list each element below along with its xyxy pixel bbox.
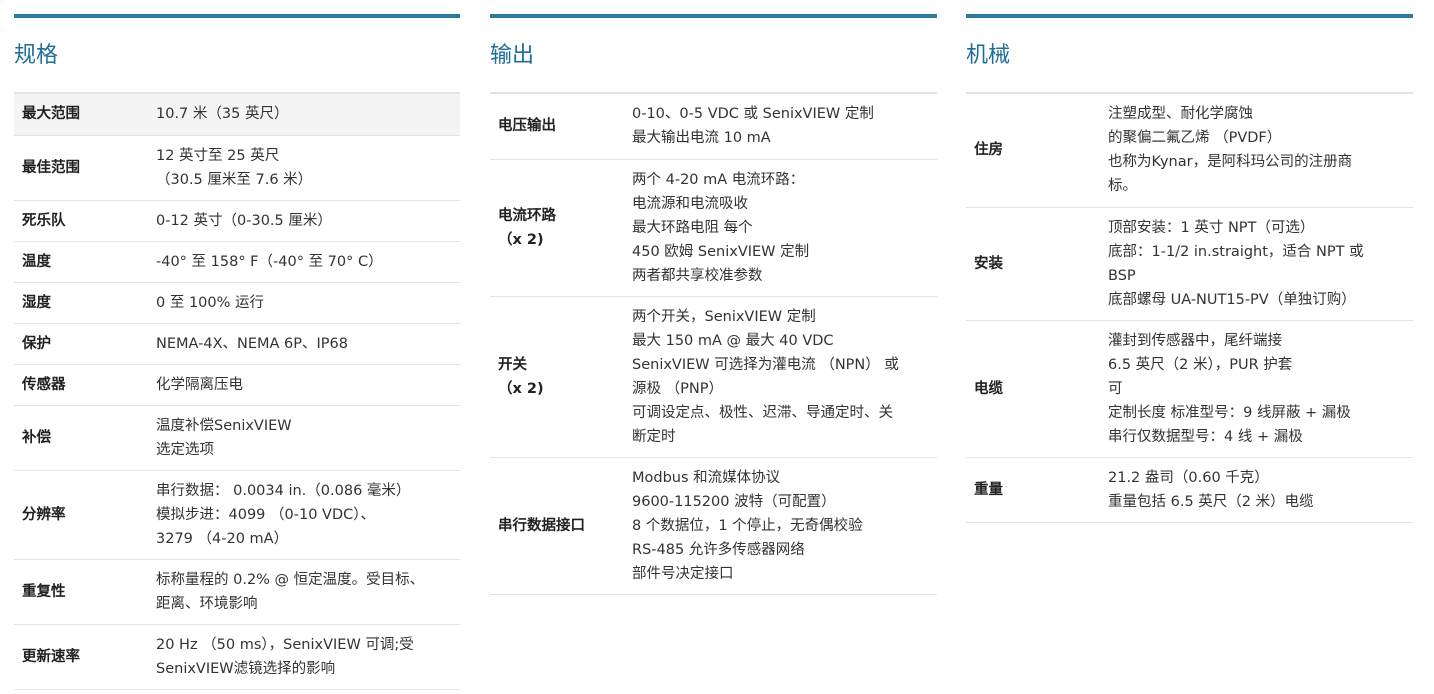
spec-key: 电缆 [966,320,1108,458]
spec-key: 分辨率 [14,470,156,560]
spec-key: 更新速率 [14,624,156,690]
spec-value: 串行数据： 0.0034 in.（0.086 毫米） 模拟步进：4099 （0-… [156,470,460,560]
spec-column: 规格 最大范围 10.7 米（35 英尺） 最佳范围 12 英寸至 25 英尺 （3… [14,14,460,690]
spec-value: 12 英寸至 25 英尺 （30.5 厘米至 7.6 米） [156,135,460,201]
table-row: 最佳范围 12 英寸至 25 英尺 （30.5 厘米至 7.6 米） [14,135,460,201]
spec-key: 安装 [966,207,1108,321]
spec-value: 两个开关，SenixVIEW 定制 最大 150 mA @ 最大 40 VDC … [632,296,937,458]
spec-value: 两个 4-20 mA 电流环路： 电流源和电流吸收 最大环路电阻 每个 450 … [632,159,937,297]
table-row: 电压输出 0-10、0-5 VDC 或 SenixVIEW 定制 最大输出电流 1… [490,94,937,160]
spec-value: -40° 至 158° F（-40° 至 70° C） [156,241,460,283]
spec-value: 化学隔离压电 [156,364,460,406]
table-row: 死乐队 0-12 英寸（0-30.5 厘米） [14,200,460,242]
mechanical-column: 机械 住房 注塑成型、耐化学腐蚀 的聚偏二氟乙烯 （PVDF） 也称为Kynar，… [966,14,1413,523]
table-row: 更新速率 20 Hz （50 ms），SenixVIEW 可调;受 SenixVI… [14,624,460,690]
spec-key: 补偿 [14,405,156,471]
spec-value: 注塑成型、耐化学腐蚀 的聚偏二氟乙烯 （PVDF） 也称为Kynar，是阿科玛公… [1108,94,1413,208]
spec-value: 21.2 盎司（0.60 千克） 重量包括 6.5 英尺（2 米）电缆 [1108,457,1413,523]
table-row: 安装 顶部安装：1 英寸 NPT（可选） 底部：1-1/2 in.straight… [966,207,1413,321]
spec-key: 保护 [14,323,156,365]
spec-value: 10.7 米（35 英尺） [156,94,460,136]
spec-key: 重复性 [14,559,156,625]
spec-key: 死乐队 [14,200,156,242]
output-table: 电压输出 0-10、0-5 VDC 或 SenixVIEW 定制 最大输出电流 1… [490,94,937,595]
column-title: 机械 [966,43,1011,68]
output-column: 输出 电压输出 0-10、0-5 VDC 或 SenixVIEW 定制 最大输出电… [490,14,937,595]
spec-table: 最大范围 10.7 米（35 英尺） 最佳范围 12 英寸至 25 英尺 （30.5… [14,94,460,690]
spec-key: 电流环路 （x 2) [490,159,632,297]
spec-key: 最大范围 [14,94,156,136]
table-row: 电缆 灌封到传感器中，尾纤端接 6.5 英尺（2 米），PUR 护套 可 定制长度… [966,320,1413,458]
spec-value: NEMA-4X、NEMA 6P、IP68 [156,323,460,365]
table-row: 分辨率 串行数据： 0.0034 in.（0.086 毫米） 模拟步进：4099 … [14,470,460,560]
spec-value: Modbus 和流媒体协议 9600-115200 波特（可配置） 8 个数据位… [632,457,937,595]
spec-value: 顶部安装：1 英寸 NPT（可选） 底部：1-1/2 in.straight，适… [1108,207,1413,321]
spec-key: 温度 [14,241,156,283]
spec-value: 0-12 英寸（0-30.5 厘米） [156,200,460,242]
spec-key: 重量 [966,457,1108,523]
table-row: 住房 注塑成型、耐化学腐蚀 的聚偏二氟乙烯 （PVDF） 也称为Kynar，是阿科… [966,94,1413,208]
column-title: 规格 [14,43,59,68]
table-row: 最大范围 10.7 米（35 英尺） [14,94,460,136]
spec-key: 电压输出 [490,94,632,160]
table-row: 电流环路 （x 2) 两个 4-20 mA 电流环路： 电流源和电流吸收 最大环路… [490,159,937,297]
spec-value: 0-10、0-5 VDC 或 SenixVIEW 定制 最大输出电流 10 mA [632,94,937,160]
table-row: 串行数据接口 Modbus 和流媒体协议 9600-115200 波特（可配置） … [490,457,937,595]
spec-key: 湿度 [14,282,156,324]
spec-key: 住房 [966,94,1108,208]
spec-key: 传感器 [14,364,156,406]
spec-key: 开关 （x 2) [490,296,632,458]
spec-value: 标称量程的 0.2% @ 恒定温度。受目标、 距离、环境影响 [156,559,460,625]
table-row: 保护 NEMA-4X、NEMA 6P、IP68 [14,323,460,365]
spec-key: 串行数据接口 [490,457,632,595]
table-row: 开关 （x 2) 两个开关，SenixVIEW 定制 最大 150 mA @ 最大… [490,296,937,458]
table-row: 补偿 温度补偿SenixVIEW 选定选项 [14,405,460,471]
table-row: 重复性 标称量程的 0.2% @ 恒定温度。受目标、 距离、环境影响 [14,559,460,625]
spec-key: 最佳范围 [14,135,156,201]
column-title: 输出 [490,43,535,68]
mechanical-table: 住房 注塑成型、耐化学腐蚀 的聚偏二氟乙烯 （PVDF） 也称为Kynar，是阿科… [966,94,1413,523]
spec-value: 20 Hz （50 ms），SenixVIEW 可调;受 SenixVIEW滤镜… [156,624,460,690]
table-row: 传感器 化学隔离压电 [14,364,460,406]
spec-value: 灌封到传感器中，尾纤端接 6.5 英尺（2 米），PUR 护套 可 定制长度 标… [1108,320,1413,458]
spec-value: 温度补偿SenixVIEW 选定选项 [156,405,460,471]
table-row: 温度 -40° 至 158° F（-40° 至 70° C） [14,241,460,283]
table-row: 重量 21.2 盎司（0.60 千克） 重量包括 6.5 英尺（2 米）电缆 [966,457,1413,523]
spec-value: 0 至 100% 运行 [156,282,460,324]
table-row: 湿度 0 至 100% 运行 [14,282,460,324]
